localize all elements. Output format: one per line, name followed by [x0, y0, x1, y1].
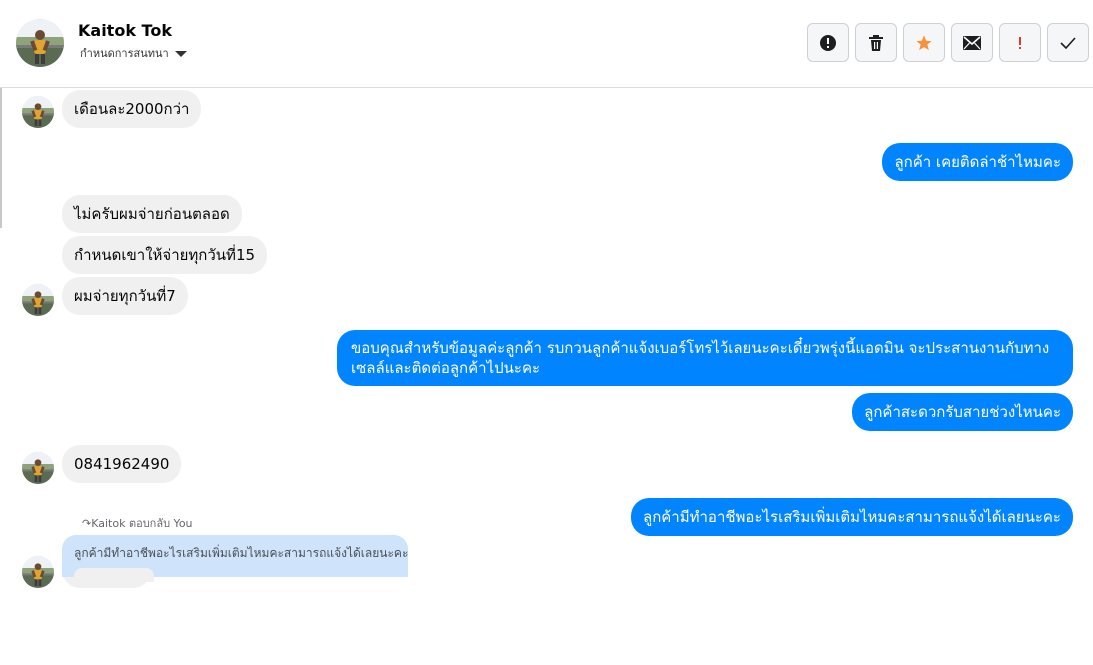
caret-down-icon	[174, 51, 187, 57]
scrollbar-track[interactable]	[0, 88, 2, 228]
incoming-message[interactable]: ไม่ครับผมจ่ายก่อนตลอด	[62, 195, 242, 233]
sender-avatar	[22, 284, 54, 316]
done-button[interactable]	[1047, 23, 1089, 62]
contact-avatar[interactable]	[16, 19, 64, 67]
trash-icon	[869, 34, 883, 51]
star-icon	[916, 35, 932, 50]
action-toolbar	[807, 23, 1089, 62]
reply-context: ↷Kaitok ตอบกลับ You	[82, 514, 193, 532]
message-line: เซลล์และติดต่อลูกค้าไปนะคะ	[351, 359, 541, 377]
reply-arrow-icon: ↷	[82, 517, 92, 530]
incoming-message[interactable]: 0841962490	[62, 445, 182, 483]
incoming-message[interactable]: กำหนดเขาให้จ่ายทุกวันที่15	[62, 236, 268, 274]
important-button[interactable]	[999, 23, 1041, 62]
delete-button[interactable]	[855, 23, 897, 62]
reply-meta-text: Kaitok ตอบกลับ You	[91, 517, 193, 530]
message-thread[interactable]: เดือนละ2000กว่า ลูกค้า เคยติดล่าช้าไหมคะ…	[0, 88, 1093, 665]
star-button[interactable]	[903, 23, 945, 62]
incoming-message[interactable]: เดือนละ2000กว่า	[62, 90, 202, 128]
outgoing-message[interactable]: ลูกค้าสะดวกรับสายช่วงไหนคะ	[852, 393, 1073, 431]
mail-button[interactable]	[951, 23, 993, 62]
sender-avatar	[22, 556, 54, 588]
reply-message-partial[interactable]	[74, 568, 154, 582]
conversation-settings-dropdown[interactable]: กำหนดการสนทนา	[80, 44, 187, 62]
incoming-message[interactable]: ผมจ่ายทุกวันที่7	[62, 277, 188, 315]
alert-circle-icon	[820, 34, 836, 51]
sender-avatar	[22, 96, 54, 128]
message-line: ขอบคุณสำหรับข้อมูลค่ะลูกค้า รบกวนลูกค้าแ…	[351, 339, 1050, 357]
outgoing-message[interactable]: ขอบคุณสำหรับข้อมูลค่ะลูกค้า รบกวนลูกค้าแ…	[337, 330, 1073, 386]
contact-name[interactable]: Kaitok Tok	[78, 21, 172, 40]
report-button[interactable]	[807, 23, 849, 62]
outgoing-message[interactable]: ลูกค้ามีทำอาชีพอะไรเสริมเพิ่มเติมไหมคะสา…	[631, 498, 1073, 536]
checkmark-icon	[1060, 36, 1076, 49]
exclamation-icon	[1019, 36, 1021, 49]
outgoing-message[interactable]: ลูกค้า เคยติดล่าช้าไหมคะ	[882, 143, 1073, 181]
sender-avatar	[22, 452, 54, 484]
envelope-icon	[963, 35, 981, 50]
conversation-header: Kaitok Tok กำหนดการสนทนา	[0, 0, 1093, 88]
conversation-settings-label: กำหนดการสนทนา	[80, 47, 169, 60]
